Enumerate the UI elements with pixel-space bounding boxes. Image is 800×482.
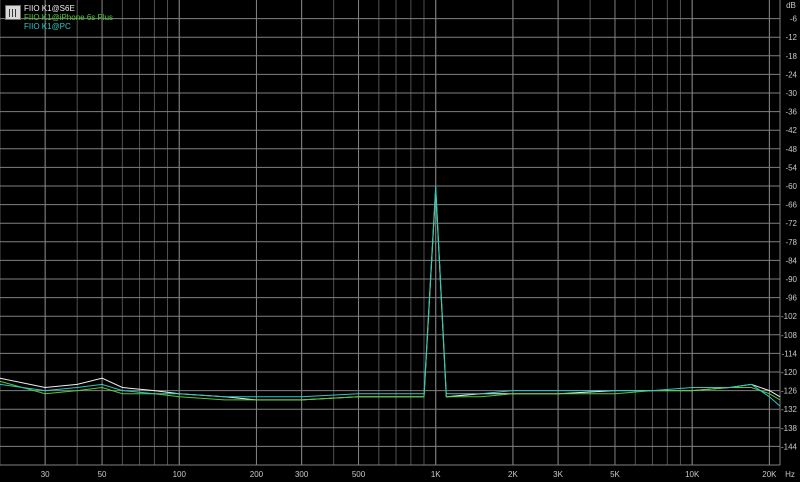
y-tick-label: -108 (781, 331, 798, 340)
legend-entry-1: FIIO K1@iPhone 6s Plus (24, 13, 114, 22)
y-tick-label: -72 (785, 219, 797, 228)
y-tick-label: -54 (785, 163, 797, 172)
y-tick-label: -78 (785, 238, 797, 247)
y-tick-label: -18 (785, 52, 797, 61)
legend-entry-0: FIIO K1@S6E (24, 4, 75, 13)
x-tick-label: 20K (762, 470, 777, 479)
y-tick-label: -132 (781, 405, 798, 414)
y-tick-label: -138 (781, 424, 798, 433)
series-line-2 (0, 185, 781, 407)
x-tick-label: 30 (41, 470, 50, 479)
y-tick-label: -114 (782, 349, 798, 358)
x-tick-label: 5K (610, 470, 620, 479)
series-line-1 (0, 189, 781, 401)
y-unit-label: dB (786, 1, 796, 10)
y-tick-label: -48 (785, 145, 797, 154)
x-tick-label: 100 (173, 470, 187, 479)
series-line-0 (0, 189, 781, 401)
y-tick-label: -36 (785, 108, 797, 117)
x-tick-label: 300 (295, 470, 309, 479)
y-tick-label: -12 (785, 33, 797, 42)
x-tick-label: 500 (352, 470, 366, 479)
y-tick-label: -66 (785, 201, 797, 210)
legend: FIIO K1@S6E FIIO K1@iPhone 6s Plus FIIO K1… (24, 4, 113, 31)
legend-toggle-icon[interactable] (5, 5, 21, 20)
y-tick-label: -90 (785, 275, 797, 284)
y-tick-label: -60 (785, 182, 797, 191)
legend-entry-2: FIIO K1@PC (24, 22, 71, 31)
x-tick-label: 200 (250, 470, 264, 479)
x-tick-label: 2K (508, 470, 518, 479)
y-tick-label: -42 (785, 126, 797, 135)
x-tick-label: 1K (431, 470, 441, 479)
spectrum-analyzer-window: dB -6 -12 -18 -24 -30 -36 -42 -48 -54 -60 -66 -72 -78… (0, 0, 800, 482)
y-tick-label: -126 (781, 387, 798, 396)
y-tick-label: -102 (781, 312, 798, 321)
y-tick-label: -144 (781, 442, 798, 451)
x-unit-label: Hz (785, 470, 795, 479)
spectrum-chart: dB -6 -12 -18 -24 -30 -36 -42 -48 -54 -60 -66 -72 -78… (0, 0, 798, 479)
y-tick-label: -96 (785, 294, 797, 303)
x-tick-label: 10K (685, 470, 700, 479)
x-tick-label: 50 (98, 470, 107, 479)
y-tick-label: -6 (790, 15, 798, 24)
y-tick-label: -24 (785, 70, 797, 79)
y-tick-label: -84 (785, 256, 797, 265)
x-tick-label: 3K (553, 470, 563, 479)
y-tick-label: -120 (781, 368, 798, 377)
y-tick-label: -30 (785, 89, 797, 98)
